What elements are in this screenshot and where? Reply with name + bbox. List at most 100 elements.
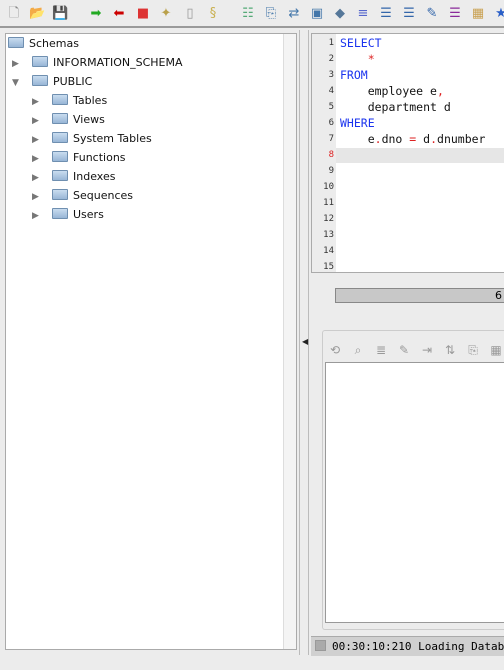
folder-icon (52, 151, 68, 162)
code-line: employee e, (367, 84, 444, 98)
favorite-star-icon[interactable]: ★ (493, 6, 504, 22)
copy-icon[interactable]: ⎘ (465, 343, 481, 358)
line-number: 1 (328, 38, 334, 48)
expand-arrow-icon[interactable]: ▶ (32, 207, 44, 225)
tree-node-information-schema[interactable]: ▶ INFORMATION_SCHEMA (12, 54, 183, 72)
collapse-left-arrow-icon[interactable]: ◀ (302, 337, 308, 346)
expand-arrow-icon[interactable]: ▶ (32, 131, 44, 149)
folder-icon (52, 170, 68, 181)
code-line: SELECT (340, 36, 382, 50)
node-label: Functions (73, 151, 126, 164)
code-line: * (367, 52, 375, 66)
results-panel: ⟲ ⌕ ≣ ✎ ⇥ ⇅ ⎘ ▦ (322, 330, 504, 630)
line-number: 2 (328, 54, 334, 64)
node-label: Schemas (29, 37, 79, 50)
book-open-icon[interactable]: ◆ (332, 6, 348, 22)
find-icon[interactable]: ⌕ (350, 343, 366, 358)
node-label: PUBLIC (53, 75, 93, 88)
code-line: FROM (340, 68, 368, 82)
results-area[interactable] (325, 362, 504, 623)
folder-icon (52, 189, 68, 200)
save-icon[interactable]: 💾 (52, 6, 68, 22)
tree-node-public[interactable]: ▼ PUBLIC (12, 73, 92, 91)
line-number: 13 (323, 230, 334, 240)
line-number: 9 (328, 166, 334, 176)
status-bar: 00:30:10:210 Loading Database (311, 636, 504, 656)
edit-icon[interactable]: ✎ (396, 343, 412, 357)
list-pencil-icon[interactable]: ✎ (424, 6, 440, 22)
line-number: 8 (328, 150, 334, 160)
book-icon[interactable]: ▣ (309, 6, 325, 22)
stop-icon[interactable]: ■ (135, 6, 151, 22)
node-label: Tables (73, 94, 108, 107)
refresh-icon[interactable]: ⟲ (327, 343, 343, 357)
code-line: department d (367, 100, 451, 114)
code-line: e.dno = d.dnumber (367, 132, 486, 146)
line-number: 4 (328, 86, 334, 96)
code-line: WHERE (340, 116, 375, 130)
database-icon[interactable]: ▯ (182, 6, 198, 22)
status-text: 00:30:10:210 Loading Database (332, 640, 504, 653)
line-number: 6 (328, 118, 334, 128)
list-purple-icon[interactable]: ☰ (447, 6, 463, 22)
connect-icon[interactable]: ➡ (88, 6, 104, 22)
grid-icon[interactable]: ▦ (488, 343, 504, 357)
current-line-highlight (336, 148, 504, 163)
node-label: Indexes (73, 170, 116, 183)
node-label: Views (73, 113, 105, 126)
node-label: System Tables (73, 132, 152, 145)
folder-icon (8, 37, 24, 48)
expand-arrow-icon[interactable]: ▶ (32, 112, 44, 130)
list-add-icon[interactable]: ☰ (401, 6, 417, 22)
tree-node-schemas[interactable]: Schemas (8, 35, 79, 53)
folder-icon (52, 94, 68, 105)
line-number: 15 (323, 262, 334, 272)
sql-editor[interactable]: 1 2 3 4 5 6 7 8 9 10 11 12 13 14 15 SELECT * FROM empl… (311, 33, 504, 273)
tree-node-sequences[interactable]: ▶ Sequences (32, 187, 133, 205)
tree-node-functions[interactable]: ▶ Functions (32, 149, 126, 167)
sort-icon[interactable]: ⇅ (442, 343, 458, 357)
export-icon[interactable]: ⎘ (263, 6, 279, 22)
disconnect-icon[interactable]: ⬅ (111, 6, 127, 22)
folder-icon (32, 75, 48, 86)
list-edit-icon[interactable]: ☰ (378, 6, 394, 22)
tree-node-indexes[interactable]: ▶ Indexes (32, 168, 115, 186)
new-file-icon[interactable]: 🗋 (6, 6, 22, 22)
expand-arrow-icon[interactable]: ▶ (32, 150, 44, 168)
folder-icon (52, 208, 68, 219)
node-label: INFORMATION_SCHEMA (53, 56, 183, 69)
expand-arrow-icon[interactable]: ▶ (32, 188, 44, 206)
tree-icon[interactable]: ⇥ (419, 343, 435, 357)
status-indicator-icon (315, 640, 326, 651)
line-number: 7 (328, 134, 334, 144)
folder-icon (32, 56, 48, 67)
line-number: 10 (323, 182, 334, 192)
node-label: Sequences (73, 189, 133, 202)
expand-arrow-icon[interactable]: ▶ (12, 55, 24, 73)
line-number: 11 (323, 198, 334, 208)
expand-arrow-icon[interactable]: ▶ (32, 93, 44, 111)
expand-arrow-icon[interactable]: ▶ (32, 169, 44, 187)
line-number-gutter: 1 2 3 4 5 6 7 8 9 10 11 12 13 14 15 (312, 34, 336, 272)
new-database-icon[interactable]: ✦ (158, 6, 174, 22)
folder-icon (52, 113, 68, 124)
tree-node-tables[interactable]: ▶ Tables (32, 92, 107, 110)
tree-node-system-tables[interactable]: ▶ System Tables (32, 130, 152, 148)
import-icon[interactable]: ⇄ (286, 6, 302, 22)
folder-icon (52, 132, 68, 143)
line-number: 12 (323, 214, 334, 224)
collapse-arrow-icon[interactable]: ▼ (12, 74, 24, 92)
format-icon[interactable]: ≣ (373, 343, 389, 357)
tree-scrollbar[interactable] (283, 34, 296, 649)
tree-node-users[interactable]: ▶ Users (32, 206, 104, 224)
schema-icon[interactable]: ▦ (470, 6, 486, 22)
line-number: 5 (328, 102, 334, 112)
open-folder-icon[interactable]: 📂 (29, 6, 45, 22)
progress-label: 6 (495, 289, 502, 302)
properties-icon[interactable]: ☷ (240, 6, 256, 22)
toolbar: 🗋 📂 💾 ➡ ⬅ ■ ✦ ▯ § ☷ ⎘ ⇄ ▣ ◆ ≡ ☰ ☰ ✎ ☰ ▦ … (0, 0, 504, 28)
script-icon[interactable]: § (205, 6, 221, 22)
tree-node-views[interactable]: ▶ Views (32, 111, 105, 129)
list-icon[interactable]: ≡ (355, 6, 371, 22)
line-number: 14 (323, 246, 334, 256)
